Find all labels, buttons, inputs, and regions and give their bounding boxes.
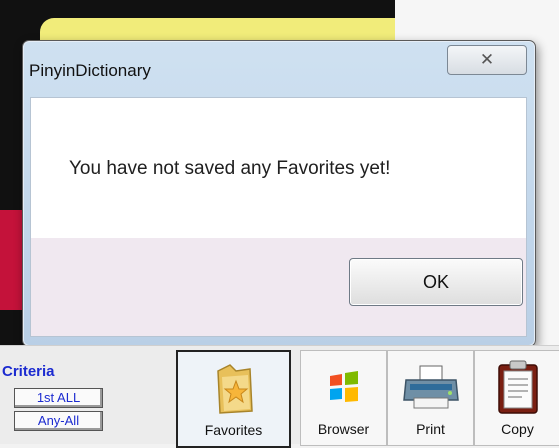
copy-button[interactable]: Copy: [474, 350, 559, 446]
folder-star-icon: [212, 360, 256, 416]
bottom-toolbar: Criteria 1st ALL Any-All Favorites Brows…: [0, 345, 559, 448]
clipboard-icon: [497, 359, 539, 415]
dialog-message: You have not saved any Favorites yet!: [69, 158, 391, 179]
print-button[interactable]: Print: [387, 350, 474, 446]
ok-button[interactable]: OK: [349, 258, 523, 306]
favorites-button[interactable]: Favorites: [176, 350, 291, 448]
browser-label: Browser: [317, 421, 370, 437]
printer-icon: [402, 359, 460, 415]
dialog-body: You have not saved any Favorites yet!: [30, 97, 527, 239]
dialog-title: PinyinDictionary: [29, 61, 151, 80]
criteria-label: Criteria: [2, 363, 55, 380]
any-all-button[interactable]: Any-All: [14, 411, 103, 431]
print-label: Print: [416, 421, 445, 437]
message-dialog: PinyinDictionary ✕ You have not saved an…: [22, 40, 536, 347]
background-accent: [0, 210, 22, 310]
windows-logo-icon: [327, 359, 361, 415]
favorites-label: Favorites: [204, 422, 263, 438]
first-all-button[interactable]: 1st ALL: [14, 388, 103, 408]
close-icon: ✕: [479, 50, 495, 69]
dialog-footer: OK: [30, 238, 527, 337]
browser-button[interactable]: Browser: [300, 350, 387, 446]
close-button[interactable]: ✕: [447, 45, 527, 75]
copy-label: Copy: [501, 421, 534, 437]
